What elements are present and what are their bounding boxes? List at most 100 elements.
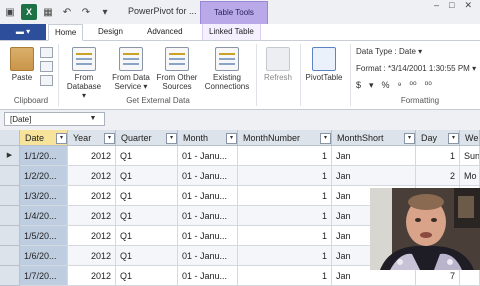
cell-date[interactable]: 1/6/20...: [20, 246, 68, 266]
presenter-video-image: [370, 188, 480, 270]
paste-button[interactable]: Paste: [8, 47, 36, 82]
currency-dropdown[interactable]: ▾: [369, 80, 374, 91]
cell-month[interactable]: 01 - Janu...: [178, 146, 238, 166]
cell-date[interactable]: 1/4/20...: [20, 206, 68, 226]
refresh-button[interactable]: Refresh: [260, 47, 296, 82]
data-type-dropdown[interactable]: Data Type : Date ▾: [356, 47, 422, 56]
cell-date[interactable]: 1/1/20...: [20, 146, 68, 166]
cell-quarter[interactable]: Q1: [116, 206, 178, 226]
cell-date[interactable]: 1/7/20...: [20, 266, 68, 286]
filter-dropdown-year-icon[interactable]: ▾: [104, 133, 115, 144]
comma-button[interactable]: ⁹: [398, 80, 402, 91]
tab-advanced[interactable]: Advanced: [141, 24, 189, 40]
row-selector[interactable]: [0, 186, 20, 206]
column-header-monthnumber[interactable]: MonthNumber: [238, 130, 332, 146]
cell-year[interactable]: 2012: [68, 206, 116, 226]
cell-month[interactable]: 01 - Janu...: [178, 266, 238, 286]
cell-year[interactable]: 2012: [68, 266, 116, 286]
redo-icon[interactable]: ↷: [78, 4, 94, 20]
group-separator: [300, 44, 301, 106]
undo-icon[interactable]: ↶: [59, 4, 75, 20]
row-selector[interactable]: [0, 206, 20, 226]
minimize-button[interactable]: –: [434, 0, 439, 14]
cell-monthnumber[interactable]: 1: [238, 246, 332, 266]
paste-label: Paste: [11, 73, 33, 82]
from-database-button[interactable]: From Database ▾: [64, 47, 104, 100]
row-selector[interactable]: [0, 266, 20, 286]
filter-dropdown-month-icon[interactable]: ▾: [226, 133, 237, 144]
cell-month[interactable]: 01 - Janu...: [178, 186, 238, 206]
cell-quarter[interactable]: Q1: [116, 146, 178, 166]
cell-month[interactable]: 01 - Janu...: [178, 206, 238, 226]
row-selector[interactable]: [0, 166, 20, 186]
tab-linked-table[interactable]: Linked Table: [202, 24, 261, 40]
table-icon[interactable]: ▦: [40, 4, 56, 20]
copy-icon[interactable]: [40, 47, 53, 58]
filter-dropdown-day-icon[interactable]: ▾: [448, 133, 459, 144]
cell-weekday[interactable]: Mo: [460, 166, 480, 186]
save-icon[interactable]: ▣: [2, 4, 18, 20]
group-label-get-external-data: Get External Data: [126, 96, 190, 105]
from-data-service-button[interactable]: From Data Service ▾: [108, 47, 154, 91]
cell-date[interactable]: 1/5/20...: [20, 226, 68, 246]
refresh-label: Refresh: [263, 73, 292, 82]
currency-button[interactable]: $: [356, 80, 361, 91]
filter-dropdown-monthnumber-icon[interactable]: ▾: [320, 133, 331, 144]
filter-dropdown-quarter-icon[interactable]: ▾: [166, 133, 177, 144]
cell-monthnumber[interactable]: 1: [238, 166, 332, 186]
quick-access-toolbar: ▣ X ▦ ↶ ↷ ▾: [2, 3, 113, 21]
cut-icon[interactable]: [40, 61, 53, 72]
cell-year[interactable]: 2012: [68, 166, 116, 186]
cell-monthnumber[interactable]: 1: [238, 186, 332, 206]
cell-weekday[interactable]: Sun: [460, 146, 480, 166]
row-selector[interactable]: ▶: [0, 146, 20, 166]
cell-monthnumber[interactable]: 1: [238, 266, 332, 286]
percent-button[interactable]: %: [382, 80, 390, 91]
row-selector[interactable]: [0, 226, 20, 246]
maximize-button[interactable]: □: [449, 0, 454, 14]
pivottable-label: PivotTable: [305, 73, 343, 82]
cell-quarter[interactable]: Q1: [116, 246, 178, 266]
format-painter-icon[interactable]: [40, 75, 53, 86]
customize-qat-icon[interactable]: ▾: [97, 4, 113, 20]
tab-design[interactable]: Design: [92, 24, 129, 40]
cell-monthnumber[interactable]: 1: [238, 206, 332, 226]
cell-year[interactable]: 2012: [68, 186, 116, 206]
cell-quarter[interactable]: Q1: [116, 186, 178, 206]
group-label-formatting: Formatting: [400, 96, 440, 105]
cell-month[interactable]: 01 - Janu...: [178, 226, 238, 246]
decrease-decimal-button[interactable]: ⁰⁰: [425, 80, 432, 91]
close-button[interactable]: ✕: [464, 0, 472, 14]
cell-quarter[interactable]: Q1: [116, 226, 178, 246]
column-header-weekday[interactable]: We: [460, 130, 480, 146]
filter-dropdown-monthshort-icon[interactable]: ▾: [404, 133, 415, 144]
cell-year[interactable]: 2012: [68, 246, 116, 266]
cell-month[interactable]: 01 - Janu...: [178, 246, 238, 266]
cell-month[interactable]: 01 - Janu...: [178, 166, 238, 186]
column-selector-dropdown-icon[interactable]: ▼: [86, 112, 100, 126]
cell-year[interactable]: 2012: [68, 146, 116, 166]
filter-dropdown-date-icon[interactable]: ▾: [56, 133, 67, 144]
cell-year[interactable]: 2012: [68, 226, 116, 246]
cell-day[interactable]: 2: [416, 166, 460, 186]
cell-day[interactable]: 1: [416, 146, 460, 166]
existing-connections-button[interactable]: Existing Connections: [202, 47, 252, 91]
select-all-corner[interactable]: [0, 130, 20, 146]
cell-date[interactable]: 1/3/20...: [20, 186, 68, 206]
increase-decimal-button[interactable]: ⁰⁰: [409, 80, 416, 91]
cell-monthnumber[interactable]: 1: [238, 146, 332, 166]
cell-monthnumber[interactable]: 1: [238, 226, 332, 246]
excel-icon[interactable]: X: [21, 4, 37, 20]
from-other-sources-button[interactable]: From Other Sources: [154, 47, 200, 91]
cell-date[interactable]: 1/2/20...: [20, 166, 68, 186]
cell-monthshort[interactable]: Jan: [332, 166, 416, 186]
tab-home[interactable]: Home: [48, 24, 84, 41]
connections-icon: [215, 47, 239, 71]
cell-quarter[interactable]: Q1: [116, 166, 178, 186]
cell-quarter[interactable]: Q1: [116, 266, 178, 286]
format-dropdown[interactable]: Format : *3/14/2001 1:30:55 PM ▾: [356, 64, 476, 73]
file-tab[interactable]: ▬ ▾: [0, 24, 46, 40]
pivottable-button[interactable]: PivotTable: [302, 47, 346, 82]
row-selector[interactable]: [0, 246, 20, 266]
cell-monthshort[interactable]: Jan: [332, 146, 416, 166]
